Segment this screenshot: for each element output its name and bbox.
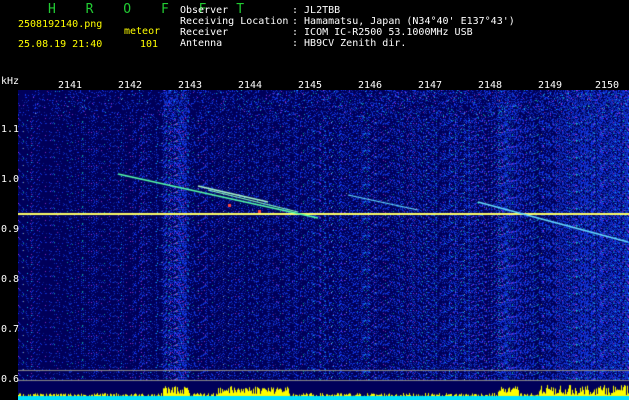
- x-tick-label: 2144: [238, 80, 263, 91]
- receiver-value: : ICOM IC-R2500 53.1000MHz USB: [292, 27, 473, 38]
- antenna-value: : HB9CV Zenith dir.: [292, 38, 407, 49]
- y-unit-label: kHz: [1, 76, 20, 87]
- observer-label: Observer: [180, 5, 229, 16]
- file-name: 2508192140.png: [18, 19, 103, 30]
- x-tick-label: 2145: [298, 80, 323, 91]
- event-count: 101: [140, 39, 159, 50]
- x-tick-label: 2142: [118, 80, 143, 91]
- location-label: Receiving Location: [180, 16, 289, 27]
- spectrogram-plot: [18, 90, 629, 400]
- x-tick-label: 2143: [178, 80, 203, 91]
- y-tick-label: 1.1: [1, 124, 20, 135]
- x-tick-label: 2141: [58, 80, 83, 91]
- event-type: meteor: [124, 26, 161, 37]
- spectrogram-window: H R O F F T 2508192140.png meteor 25.08.…: [0, 0, 629, 400]
- x-tick-label: 2146: [358, 80, 383, 91]
- x-tick-label: 2150: [595, 80, 620, 91]
- antenna-label: Antenna: [180, 38, 223, 49]
- date-time: 25.08.19 21:40: [18, 39, 103, 50]
- observer-value: : JL2TBB: [292, 5, 341, 16]
- y-tick-label: 0.9: [1, 224, 20, 235]
- receiver-label: Receiver: [180, 27, 229, 38]
- location-value: : Hamamatsu, Japan (N34°40' E137°43'): [292, 16, 515, 27]
- x-tick-label: 2149: [538, 80, 563, 91]
- y-tick-label: 0.7: [1, 324, 20, 335]
- y-tick-label: 0.8: [1, 274, 20, 285]
- y-tick-label: 1.0: [1, 174, 20, 185]
- y-tick-label: 0.6: [1, 374, 20, 385]
- x-tick-label: 2148: [478, 80, 503, 91]
- x-tick-label: 2147: [418, 80, 443, 91]
